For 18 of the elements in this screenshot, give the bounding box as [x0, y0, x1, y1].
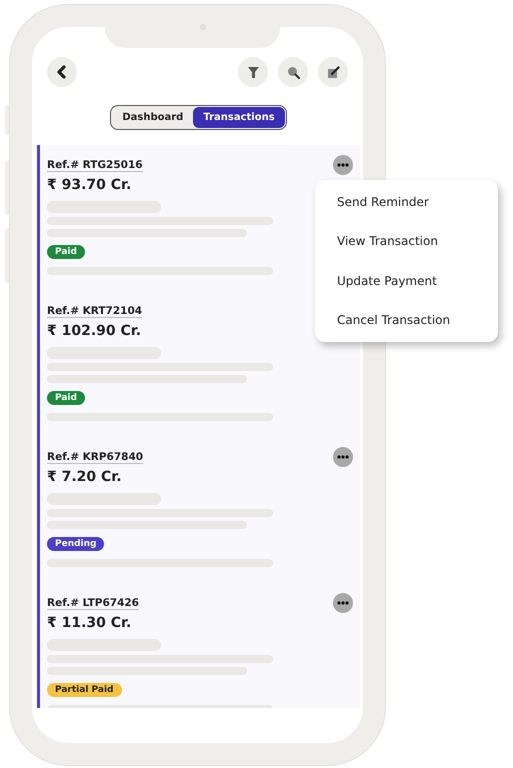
status-badge: Paid: [47, 391, 85, 405]
menu-item[interactable]: View Transaction: [315, 230, 498, 252]
menu-item[interactable]: Cancel Transaction: [315, 309, 498, 332]
amount-text: ₹ 102.90 Cr.: [47, 323, 142, 339]
amount-text: ₹ 11.30 Cr.: [47, 615, 132, 631]
status-badge: Partial Paid: [47, 683, 122, 697]
amount-text: ₹ 93.70 Cr.: [47, 177, 132, 193]
status-badge: Paid: [47, 245, 85, 259]
menu-item[interactable]: Send Reminder: [315, 190, 498, 213]
view-tab[interactable]: Dashboard: [112, 107, 194, 128]
reference-number: Ref.# KRT72104: [47, 304, 142, 318]
reference-number: Ref.# RTG25016: [47, 158, 143, 172]
view-tab[interactable]: Transactions: [193, 107, 285, 128]
amount-text: ₹ 7.20 Cr.: [47, 469, 122, 485]
reference-number: Ref.# LTP67426: [47, 596, 139, 610]
menu-item[interactable]: Update Payment: [315, 270, 498, 292]
reference-number: Ref.# KRP67840: [47, 450, 144, 464]
status-badge: Pending: [47, 537, 104, 551]
